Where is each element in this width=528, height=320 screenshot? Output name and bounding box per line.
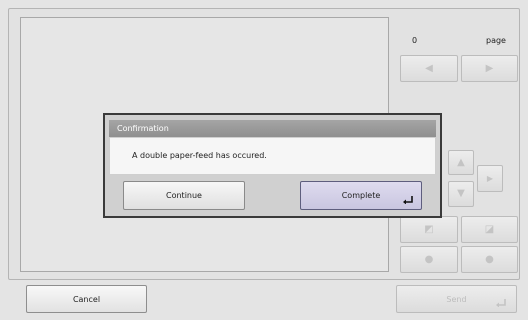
- scroll-right-button[interactable]: ▶: [477, 165, 503, 192]
- complete-label: Complete: [341, 191, 381, 200]
- triangle-right-icon: ▶: [485, 62, 494, 74]
- cancel-label: Cancel: [72, 294, 101, 304]
- triangle-up-icon: ▲: [457, 156, 465, 168]
- triangle-down-icon: ▼: [457, 188, 465, 199]
- continue-label: Continue: [166, 191, 202, 200]
- continue-button[interactable]: Continue: [123, 181, 245, 210]
- rotate-left-icon: ◩: [424, 223, 434, 235]
- rotate-right-button[interactable]: ◪: [461, 216, 518, 243]
- triangle-right-icon: ▶: [486, 173, 494, 183]
- page-number: 0: [412, 36, 418, 45]
- cancel-button[interactable]: Cancel: [26, 285, 147, 313]
- next-page-button[interactable]: ▶: [461, 55, 518, 82]
- scroll-up-button[interactable]: ▲: [448, 150, 474, 175]
- dialog-message-area: A double paper-feed has occured.: [109, 137, 436, 175]
- send-label: Send: [446, 294, 467, 304]
- zoom-out-button[interactable]: ●: [400, 246, 458, 273]
- dialog-title: Confirmation: [109, 120, 436, 137]
- zoom-out-icon: ●: [424, 253, 434, 265]
- rotate-right-icon: ◪: [484, 223, 495, 235]
- triangle-left-icon: ◀: [425, 62, 433, 74]
- rotate-left-button[interactable]: ◩: [400, 216, 458, 243]
- enter-icon: [403, 196, 413, 204]
- prev-page-button[interactable]: ◀: [400, 55, 458, 82]
- send-button[interactable]: Send: [396, 285, 517, 313]
- complete-button[interactable]: Complete: [300, 181, 422, 210]
- page-unit-label: page: [486, 36, 506, 45]
- confirmation-dialog: Confirmation A double paper-feed has occ…: [103, 113, 442, 218]
- enter-icon: [496, 299, 506, 307]
- scroll-down-button[interactable]: ▼: [448, 181, 474, 207]
- dialog-message: A double paper-feed has occured.: [132, 151, 267, 160]
- zoom-in-button[interactable]: ●: [461, 246, 518, 273]
- zoom-in-icon: ●: [485, 253, 494, 265]
